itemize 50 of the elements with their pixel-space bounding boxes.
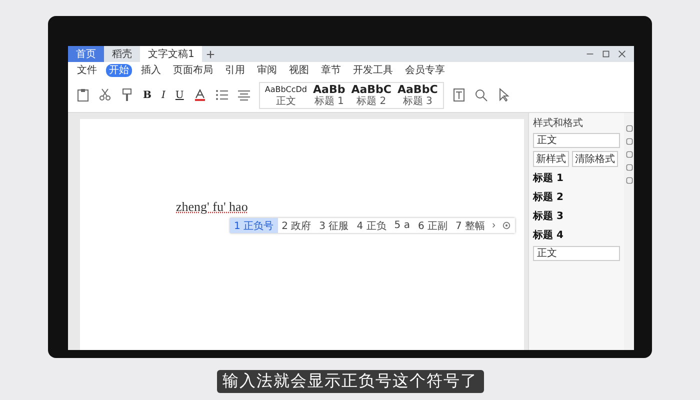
style-preset[interactable]: AaBbC 标题 3 [396,84,440,106]
candidate-word[interactable]: 2 政府 [278,218,316,233]
maximize-icon[interactable] [602,50,610,58]
subtitle: 输入法就会显示正负号这个符号了 [216,370,484,393]
search-icon[interactable] [474,88,488,102]
candidate-word[interactable]: 1 正负号 [230,218,278,233]
format-button[interactable]: U [174,90,185,100]
bullet-list-icon[interactable] [214,88,229,102]
ribbon-tab[interactable]: 审阅 [254,64,280,76]
ribbon-tab[interactable]: 引用 [222,64,248,76]
pane-button[interactable]: 新样式 [533,151,569,167]
pane-title: 样式和格式 [533,116,584,130]
candidate-word[interactable]: 3 征服 [315,218,353,233]
next-page-button[interactable]: › [489,220,498,231]
font-color-icon[interactable] [192,88,207,102]
document-tab[interactable]: 首页 [68,46,104,62]
plus-icon[interactable] [206,50,216,58]
style-item[interactable]: 标题 4 [533,227,620,243]
paste-icon[interactable] [76,88,90,102]
candidate-word[interactable]: 6 正副 [414,218,452,233]
style-item[interactable]: 标题 2 [533,189,620,205]
ribbon-tab[interactable]: 开始 [106,64,132,76]
ribbon-tab[interactable]: 视图 [286,64,312,76]
style-item[interactable]: 标题 3 [533,208,620,224]
close-icon[interactable] [618,50,626,58]
settings-icon[interactable] [502,221,512,230]
format-button[interactable]: B [142,90,152,100]
brush-icon[interactable] [120,88,134,102]
ribbon-tab[interactable]: 页面布局 [170,64,216,76]
ribbon-tab[interactable]: 文件 [74,64,100,76]
candidate-word[interactable]: 5 a [390,218,414,233]
ribbon-tab[interactable]: 插入 [138,64,164,76]
style-preset[interactable]: AaBbCcDd 正文 [262,84,310,106]
style-preset[interactable]: AaBbC 标题 2 [349,84,394,106]
style-preset[interactable]: AaBb 标题 1 [311,84,348,106]
ribbon-tab[interactable]: 开发工具 [350,64,396,76]
align-icon[interactable] [236,88,251,102]
scissors-icon[interactable] [98,88,112,102]
format-button[interactable]: I [160,90,166,100]
ribbon-tab[interactable]: 会员专享 [402,64,448,76]
typed-pinyin: zheng' fu' hao [176,199,248,215]
candidate-word[interactable]: 7 整幅 [452,218,490,233]
pane-button[interactable]: 清除格式 [572,151,618,167]
current-style-field[interactable]: 正文 [533,133,620,148]
style-field[interactable]: 正文 [533,246,620,261]
text-tool-icon[interactable] [452,88,466,102]
candidate-word[interactable]: 4 正负 [352,218,390,233]
style-item[interactable]: 标题 1 [533,170,620,186]
ribbon-tab[interactable]: 章节 [318,64,344,76]
document-tab[interactable]: 文字文稿1 [140,46,202,62]
